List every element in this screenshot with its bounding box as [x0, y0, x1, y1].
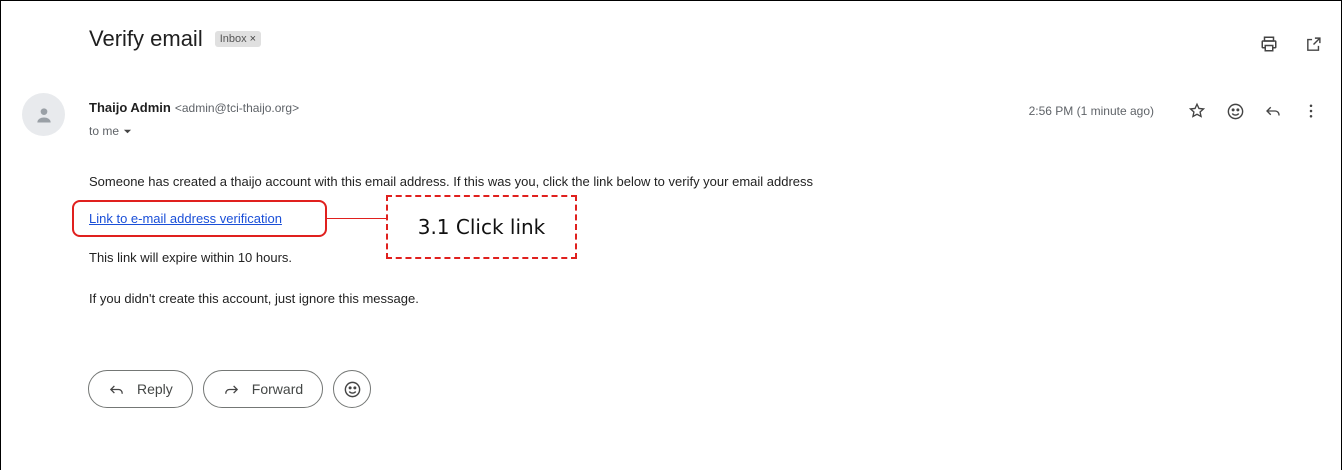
avatar	[22, 93, 65, 136]
emoji-icon[interactable]	[1224, 100, 1246, 122]
recipient-details[interactable]: to me	[89, 124, 132, 138]
forward-icon	[223, 381, 240, 398]
inbox-label[interactable]: Inbox ×	[214, 31, 262, 47]
sender-name: Thaijo Admin	[89, 100, 171, 115]
annotation-connector	[327, 218, 386, 219]
caret-down-icon	[123, 129, 132, 133]
star-icon[interactable]	[1186, 100, 1208, 122]
person-icon	[36, 107, 51, 122]
reply-label: Reply	[137, 381, 173, 397]
annotation-callout: 3.1 Click link	[386, 195, 577, 259]
emoji-reaction-button[interactable]	[333, 370, 372, 408]
print-icon[interactable]	[1258, 33, 1280, 55]
reply-icon[interactable]	[1262, 100, 1284, 122]
forward-button[interactable]: Forward	[202, 370, 324, 408]
subject-row: Verify email Inbox ×	[89, 26, 262, 52]
body-line-1: Someone has created a thaijo account wit…	[89, 174, 814, 189]
link-highlight-box	[72, 200, 327, 237]
more-vert-icon[interactable]	[1300, 100, 1322, 122]
body-line-2: This link will expire within 10 hours.	[89, 250, 293, 265]
emoji-icon	[344, 381, 360, 397]
action-row: Reply Forward	[88, 370, 372, 408]
timestamp: 2:56 PM (1 minute ago)	[1028, 104, 1154, 118]
body-line-3: If you didn't create this account, just …	[89, 291, 419, 306]
reply-button[interactable]: Reply	[88, 370, 193, 408]
forward-label: Forward	[251, 381, 304, 397]
open-in-new-icon[interactable]	[1302, 33, 1324, 55]
reply-icon	[108, 381, 125, 398]
email-subject: Verify email	[89, 26, 203, 51]
inbox-label-text: Inbox	[219, 33, 247, 45]
recipient-text: to me	[89, 124, 120, 138]
remove-label-icon[interactable]: ×	[250, 33, 256, 45]
sender-email: <admin@tci-thaijo.org>	[174, 101, 300, 115]
message-meta: 2:56 PM (1 minute ago)	[1029, 100, 1322, 122]
sender-line: Thaijo Admin <admin@tci-thaijo.org>	[89, 100, 299, 115]
top-toolbar	[1258, 33, 1324, 55]
